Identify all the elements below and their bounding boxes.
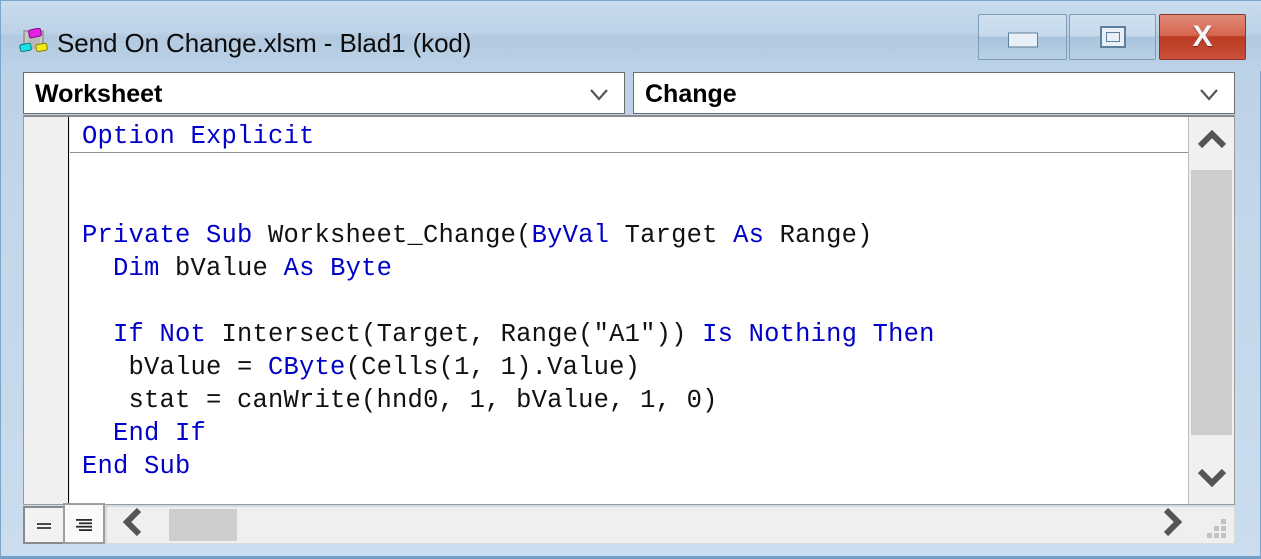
scroll-down-button[interactable] [1189,452,1234,504]
procedure-dropdown[interactable]: Change [633,72,1235,114]
full-module-view-button[interactable] [63,503,105,544]
bottom-bar [23,503,1235,547]
code-editor[interactable]: Option Explicit Private Sub Worksheet_Ch… [70,117,1203,504]
title-bar[interactable]: Send On Change.xlsm - Blad1 (kod) X [1,1,1261,71]
procedure-view-button[interactable] [23,506,65,544]
code-text[interactable]: Option Explicit Private Sub Worksheet_Ch… [82,120,935,483]
close-button[interactable]: X [1159,14,1246,60]
horizontal-scrollbar[interactable] [106,506,1235,544]
resize-grip-icon[interactable] [1205,515,1229,539]
chevron-up-icon [1196,128,1228,158]
chevron-down-icon[interactable] [1194,73,1224,113]
chevron-left-icon [122,506,145,544]
vertical-scrollbar[interactable] [1188,117,1234,504]
vba-editor-window: Send On Change.xlsm - Blad1 (kod) X Work… [0,0,1261,559]
procedure-dropdown-value: Change [645,80,737,108]
restore-icon [1099,26,1126,48]
vertical-scroll-thumb[interactable] [1191,170,1232,435]
full-module-view-icon [75,518,93,531]
margin-indicator-bar[interactable] [24,117,69,504]
scroll-left-button[interactable] [107,507,161,543]
chevron-right-icon [1160,506,1183,544]
minimize-icon [1007,32,1038,48]
scroll-right-button[interactable] [1144,507,1198,543]
horizontal-scroll-thumb[interactable] [169,509,237,541]
object-dropdown[interactable]: Worksheet [23,72,625,114]
maximize-button[interactable] [1069,14,1156,60]
vba-project-icon [19,27,49,56]
code-window: Option Explicit Private Sub Worksheet_Ch… [23,115,1235,505]
minimize-button[interactable] [978,14,1067,60]
scroll-up-button[interactable] [1189,117,1234,169]
chevron-down-icon[interactable] [584,73,614,113]
procedure-view-icon [35,519,53,531]
object-dropdown-value: Worksheet [35,80,163,108]
close-icon: X [1192,20,1213,53]
window-title: Send On Change.xlsm - Blad1 (kod) [57,28,472,58]
chevron-down-icon [1196,463,1228,493]
